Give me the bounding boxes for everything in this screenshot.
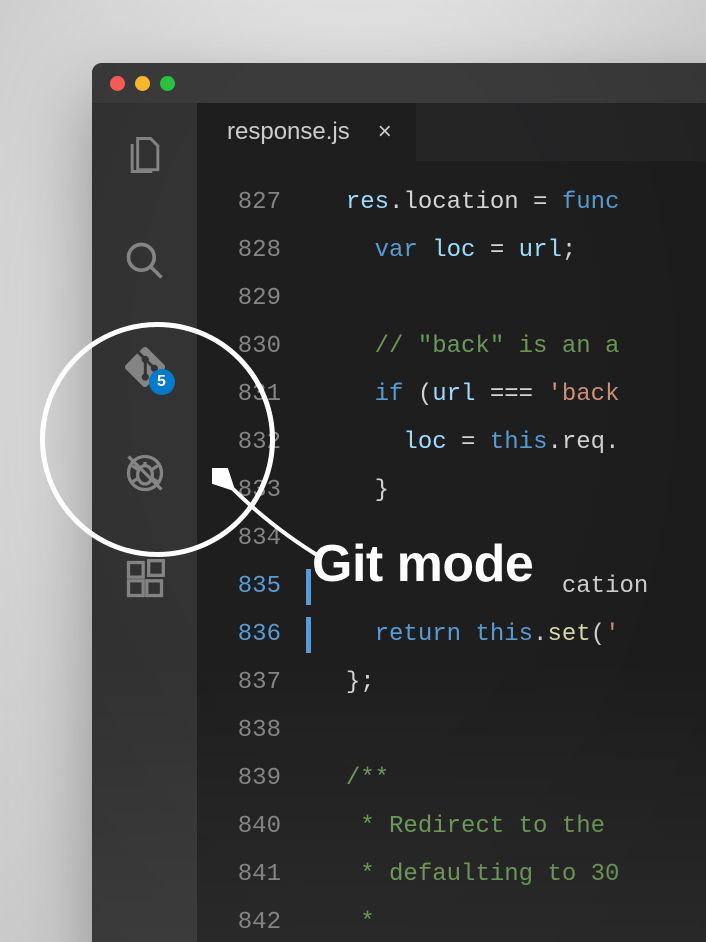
- line-number: 841: [197, 851, 317, 899]
- code-line[interactable]: 841 * defaulting to 30: [197, 851, 706, 899]
- code-line[interactable]: 839 /**: [197, 755, 706, 803]
- code-line[interactable]: 834: [197, 515, 706, 563]
- line-content[interactable]: };: [317, 659, 706, 707]
- line-number: 835: [197, 563, 317, 611]
- line-content[interactable]: }: [317, 467, 706, 515]
- code-line[interactable]: 832 loc = this.req.: [197, 419, 706, 467]
- code-line[interactable]: 835 cation: [197, 563, 706, 611]
- line-number: 827: [197, 179, 317, 227]
- tab-title: response.js: [227, 118, 350, 146]
- line-number: 830: [197, 323, 317, 371]
- code-line[interactable]: 833 }: [197, 467, 706, 515]
- activity-bar: 5: [92, 103, 197, 942]
- line-content[interactable]: return this.set(': [317, 611, 706, 659]
- line-content[interactable]: [317, 515, 706, 563]
- source-control-badge: 5: [149, 369, 175, 395]
- code-line[interactable]: 828 var loc = url;: [197, 227, 706, 275]
- line-number: 834: [197, 515, 317, 563]
- source-control-icon[interactable]: 5: [121, 343, 169, 391]
- line-content[interactable]: *: [317, 899, 706, 942]
- line-content[interactable]: [317, 275, 706, 323]
- line-content[interactable]: cation: [317, 563, 706, 611]
- code-line[interactable]: 830 // "back" is an a: [197, 323, 706, 371]
- window-titlebar[interactable]: [92, 63, 706, 103]
- code-line[interactable]: 831 if (url === 'back: [197, 371, 706, 419]
- close-window-button[interactable]: [110, 76, 125, 91]
- line-content[interactable]: // "back" is an a: [317, 323, 706, 371]
- code-editor[interactable]: 827 res.location = func828 var loc = url…: [197, 161, 706, 942]
- line-content[interactable]: var loc = url;: [317, 227, 706, 275]
- editor-area: response.js × 827 res.location = func828…: [197, 103, 706, 942]
- editor-window: 5: [92, 63, 706, 942]
- line-number: 832: [197, 419, 317, 467]
- line-number: 833: [197, 467, 317, 515]
- debug-icon[interactable]: [121, 449, 169, 497]
- line-number: 828: [197, 227, 317, 275]
- line-content[interactable]: [317, 707, 706, 755]
- editor-tabs: response.js ×: [197, 103, 706, 161]
- extensions-icon[interactable]: [121, 555, 169, 603]
- code-line[interactable]: 829: [197, 275, 706, 323]
- code-line[interactable]: 838: [197, 707, 706, 755]
- line-number: 840: [197, 803, 317, 851]
- line-number: 836: [197, 611, 317, 659]
- close-tab-icon[interactable]: ×: [378, 118, 392, 146]
- code-line[interactable]: 840 * Redirect to the: [197, 803, 706, 851]
- search-icon[interactable]: [121, 237, 169, 285]
- minimize-window-button[interactable]: [135, 76, 150, 91]
- line-number: 842: [197, 899, 317, 942]
- explorer-icon[interactable]: [121, 131, 169, 179]
- line-content[interactable]: /**: [317, 755, 706, 803]
- line-number: 831: [197, 371, 317, 419]
- line-number: 829: [197, 275, 317, 323]
- code-line[interactable]: 837 };: [197, 659, 706, 707]
- code-line[interactable]: 827 res.location = func: [197, 179, 706, 227]
- line-content[interactable]: * Redirect to the: [317, 803, 706, 851]
- zoom-window-button[interactable]: [160, 76, 175, 91]
- code-line[interactable]: 836 return this.set(': [197, 611, 706, 659]
- line-number: 839: [197, 755, 317, 803]
- code-line[interactable]: 842 *: [197, 899, 706, 942]
- line-content[interactable]: if (url === 'back: [317, 371, 706, 419]
- line-content[interactable]: loc = this.req.: [317, 419, 706, 467]
- line-number: 838: [197, 707, 317, 755]
- tab-response-js[interactable]: response.js ×: [197, 103, 416, 161]
- line-number: 837: [197, 659, 317, 707]
- line-content[interactable]: * defaulting to 30: [317, 851, 706, 899]
- line-content[interactable]: res.location = func: [317, 179, 706, 227]
